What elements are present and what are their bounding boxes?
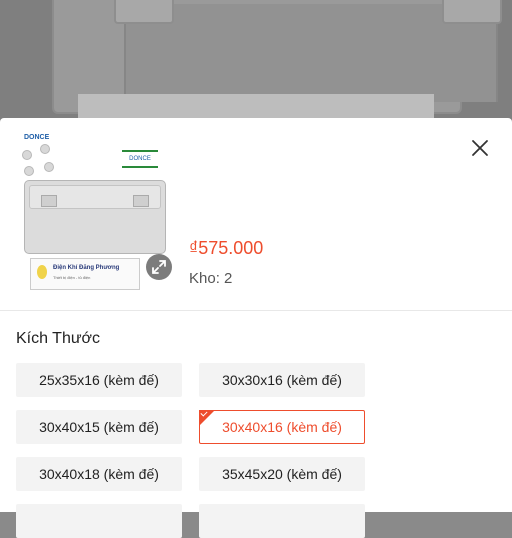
option-label: 30x40x16 (kèm đế): [222, 419, 342, 435]
size-option-partial[interactable]: [16, 504, 182, 538]
product-price: ₫575.000: [189, 238, 264, 258]
stock-count: Kho: 2: [189, 270, 233, 287]
size-option-30x40x16-selected[interactable]: 30x40x16 (kèm đế): [199, 410, 365, 444]
expand-icon[interactable]: [146, 254, 172, 280]
enclosure-thumbnail-image: [24, 180, 166, 254]
size-option-partial[interactable]: [199, 504, 365, 538]
latch-left: [114, 0, 174, 24]
size-option-30x40x18[interactable]: 30x40x18 (kèm đế): [16, 457, 182, 491]
lightbulb-icon: [37, 265, 47, 279]
size-option-35x45x20[interactable]: 35x45x20 (kèm đế): [199, 457, 365, 491]
size-option-30x30x16[interactable]: 30x30x16 (kèm đế): [199, 363, 365, 397]
brand-logo-secondary: DONCE: [122, 150, 158, 168]
option-label: 30x40x15 (kèm đế): [39, 419, 159, 435]
option-label: 30x40x18 (kèm đế): [39, 466, 159, 482]
close-icon[interactable]: [468, 136, 492, 160]
background-product-image: [0, 0, 512, 122]
divider: [0, 310, 512, 311]
check-icon: [199, 410, 215, 426]
size-option-30x40x15[interactable]: 30x40x15 (kèm đế): [16, 410, 182, 444]
option-label: 30x30x16 (kèm đế): [222, 372, 342, 388]
option-label: 25x35x16 (kèm đế): [39, 372, 159, 388]
variation-bottom-sheet: DONCE DONCE Điện Khí Đăng Phương Thiết b…: [0, 118, 512, 538]
store-sticker: Điện Khí Đăng Phương Thiết bị điện - tủ …: [30, 258, 140, 290]
variation-section-title: Kích Thước: [16, 330, 101, 347]
accessory-illustration: [20, 140, 56, 180]
latch-right: [442, 0, 502, 24]
size-option-25x35x16[interactable]: 25x35x16 (kèm đế): [16, 363, 182, 397]
option-label: 35x45x20 (kèm đế): [222, 466, 342, 482]
